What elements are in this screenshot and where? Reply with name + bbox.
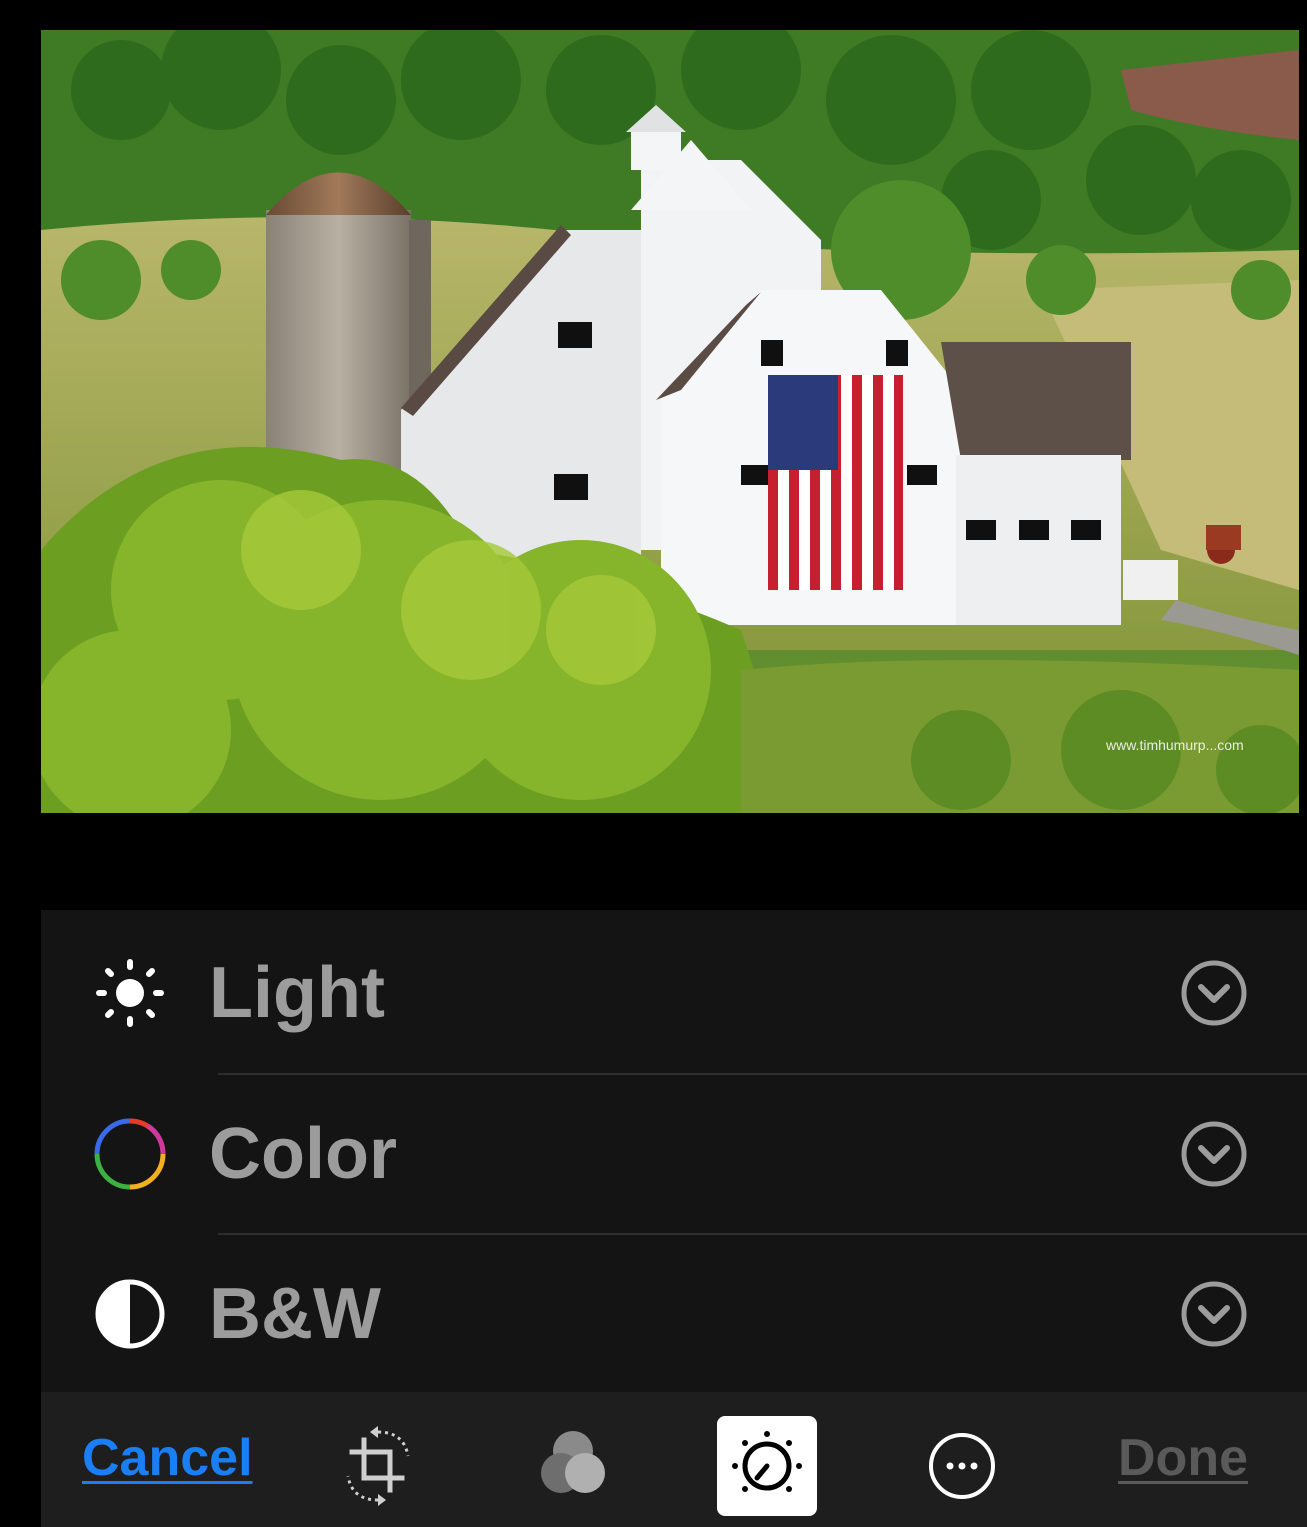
half-circle-icon <box>93 1277 167 1351</box>
adjust-row-bw[interactable]: B&W <box>41 1234 1307 1394</box>
adjust-row-light[interactable]: Light <box>41 913 1307 1073</box>
adjust-row-label: B&W <box>209 1274 381 1354</box>
adjustments-panel: Light Color B&W <box>41 910 1307 1392</box>
crop-rotate-icon[interactable] <box>328 1416 428 1516</box>
watermark-text: www.timhumurp...com <box>1105 737 1244 753</box>
more-icon[interactable] <box>912 1416 1012 1516</box>
adjust-dial-icon[interactable] <box>717 1416 817 1516</box>
color-wheel-icon <box>93 1117 167 1191</box>
done-button[interactable]: Done <box>1118 1428 1248 1488</box>
chevron-down-circle-icon[interactable] <box>1179 958 1249 1028</box>
adjust-row-label: Light <box>209 953 385 1033</box>
sun-icon <box>93 956 167 1030</box>
photo-preview: www.timhumurp...com <box>41 30 1299 813</box>
cancel-button[interactable]: Cancel <box>82 1428 253 1488</box>
edit-toolbar: Cancel Done <box>41 1392 1307 1527</box>
adjust-row-color[interactable]: Color <box>41 1074 1307 1234</box>
chevron-down-circle-icon[interactable] <box>1179 1119 1249 1189</box>
chevron-down-circle-icon[interactable] <box>1179 1279 1249 1349</box>
adjust-row-label: Color <box>209 1114 397 1194</box>
filters-icon[interactable] <box>523 1416 623 1516</box>
